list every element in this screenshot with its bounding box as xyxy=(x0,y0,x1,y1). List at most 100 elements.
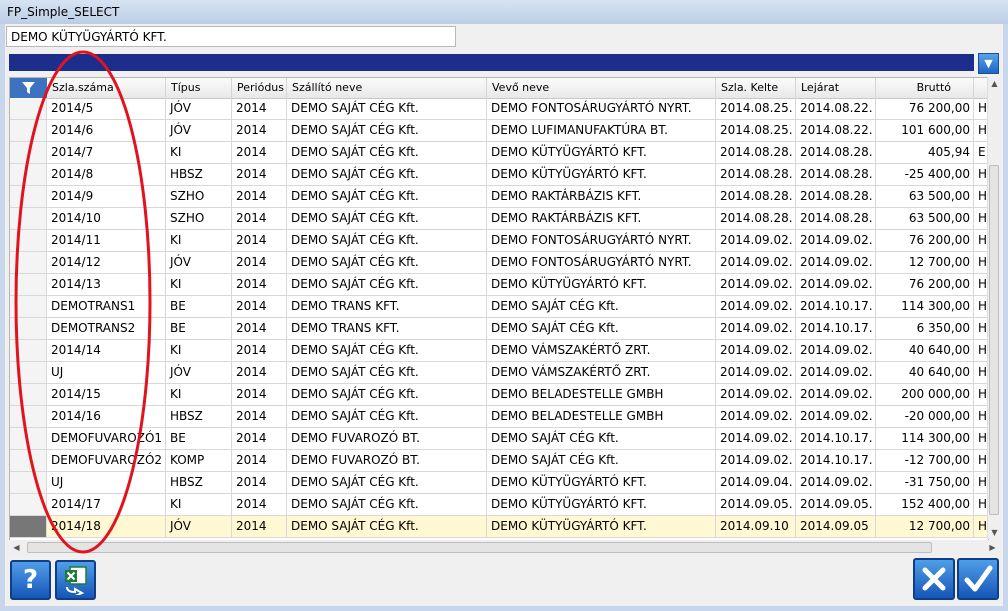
cell-szallito: DEMO SAJÁT CÉG Kft. xyxy=(287,494,487,515)
cell-vevo: DEMO KÜTYÜGYÁRTÓ KFT. xyxy=(487,472,716,493)
row-indicator[interactable] xyxy=(10,98,47,119)
table-row[interactable]: UJ JÓV 2014 DEMO SAJÁT CÉG Kft. DEMO VÁMSZAK… xyxy=(10,362,988,384)
cell-szallito: DEMO SAJÁT CÉG Kft. xyxy=(287,120,487,141)
cell-kelte: 2014.09.04. xyxy=(716,472,796,493)
row-indicator[interactable] xyxy=(10,516,47,537)
scroll-up-icon[interactable]: ▲ xyxy=(988,77,1001,90)
cell-vevo: DEMO KÜTYÜGYÁRTÓ KFT. xyxy=(487,494,716,515)
cell-tipus: KI xyxy=(166,384,232,405)
table-row[interactable]: 2014/17 KI 2014 DEMO SAJÁT CÉG Kft. DEMO KÜT… xyxy=(10,494,988,516)
cell-periodus: 2014 xyxy=(232,516,287,537)
cell-szla: DEMOTRANS2 xyxy=(47,318,166,339)
row-indicator[interactable] xyxy=(10,252,47,273)
cell-vevo: DEMO FONTOSÁRUGYÁRTÓ NYRT. xyxy=(487,230,716,251)
cell-szla: DEMOTRANS1 xyxy=(47,296,166,317)
cell-szla: 2014/12 xyxy=(47,252,166,273)
table-row[interactable]: 2014/11 KI 2014 DEMO SAJÁT CÉG Kft. DEMO FON… xyxy=(10,230,988,252)
table-row[interactable]: UJ HBSZ 2014 DEMO SAJÁT CÉG Kft. DEMO KÜTYÜG… xyxy=(10,472,988,494)
row-indicator[interactable] xyxy=(10,120,47,141)
cell-periodus: 2014 xyxy=(232,230,287,251)
filter-button[interactable] xyxy=(10,78,47,98)
cell-brutto: 101 600,00 xyxy=(876,120,974,141)
cell-kelte: 2014.09.02. xyxy=(716,406,796,427)
row-indicator[interactable] xyxy=(10,296,47,317)
vertical-scroll-thumb[interactable] xyxy=(989,165,999,515)
horizontal-scroll-thumb[interactable] xyxy=(27,542,932,553)
cell-kelte: 2014.09.02. xyxy=(716,450,796,471)
column-header-brutto[interactable]: Bruttó xyxy=(876,78,974,98)
cell-brutto: 63 500,00 xyxy=(876,186,974,207)
table-row[interactable]: DEMOTRANS1 BE 2014 DEMO TRANS KFT. DEMO SAJÁ… xyxy=(10,296,988,318)
row-indicator[interactable] xyxy=(10,142,47,163)
cell-vevo: DEMO RAKTÁRBÁZIS KFT. xyxy=(487,186,716,207)
cell-lejarat: 2014.10.17. xyxy=(796,450,876,471)
horizontal-scrollbar[interactable]: ◀ ▶ xyxy=(9,540,1000,555)
table-row[interactable]: 2014/8 HBSZ 2014 DEMO SAJÁT CÉG Kft. DEMO KÜ… xyxy=(10,164,988,186)
row-indicator[interactable] xyxy=(10,274,47,295)
cell-periodus: 2014 xyxy=(232,428,287,449)
column-header-vevo[interactable]: Vevő neve xyxy=(487,78,716,98)
column-header-periodus[interactable]: Periódus xyxy=(232,78,287,98)
cancel-button[interactable] xyxy=(913,558,955,600)
scroll-down-icon[interactable]: ▼ xyxy=(988,526,1001,539)
ok-button[interactable] xyxy=(957,558,999,600)
cell-szallito: DEMO FUVAROZÓ BT. xyxy=(287,428,487,449)
cell-periodus: 2014 xyxy=(232,384,287,405)
column-header-szallito[interactable]: Szállító neve xyxy=(287,78,487,98)
row-indicator[interactable] xyxy=(10,208,47,229)
table-row-selected[interactable]: 2014/18 JÓV 2014 DEMO SAJÁT CÉG Kft. DEMO KÜ… xyxy=(10,516,988,538)
row-indicator[interactable] xyxy=(10,384,47,405)
row-indicator[interactable] xyxy=(10,494,47,515)
table-row[interactable]: 2014/14 KI 2014 DEMO SAJÁT CÉG Kft. DEMO VÁM… xyxy=(10,340,988,362)
company-name-field[interactable]: DEMO KÜTYÜGYÁRTÓ KFT. xyxy=(6,26,456,47)
row-indicator[interactable] xyxy=(10,340,47,361)
cell-szallito: DEMO SAJÁT CÉG Kft. xyxy=(287,406,487,427)
column-header-kelte[interactable]: Szla. Kelte xyxy=(716,78,796,98)
table-row[interactable]: 2014/7 KI 2014 DEMO SAJÁT CÉG Kft. DEMO KÜTY… xyxy=(10,142,988,164)
row-indicator[interactable] xyxy=(10,472,47,493)
cell-szallito: DEMO SAJÁT CÉG Kft. xyxy=(287,362,487,383)
cell-kelte: 2014.09.02. xyxy=(716,274,796,295)
cell-szla: 2014/17 xyxy=(47,494,166,515)
cell-szla: 2014/13 xyxy=(47,274,166,295)
cell-periodus: 2014 xyxy=(232,274,287,295)
row-indicator[interactable] xyxy=(10,186,47,207)
cell-tipus: KI xyxy=(166,340,232,361)
table-row[interactable]: 2014/9 SZHO 2014 DEMO SAJÁT CÉG Kft. DEMO RA… xyxy=(10,186,988,208)
table-row[interactable]: 2014/6 JÓV 2014 DEMO SAJÁT CÉG Kft. DEMO LUF… xyxy=(10,120,988,142)
cell-szallito: DEMO SAJÁT CÉG Kft. xyxy=(287,230,487,251)
row-indicator[interactable] xyxy=(10,362,47,383)
cell-periodus: 2014 xyxy=(232,164,287,185)
cell-periodus: 2014 xyxy=(232,186,287,207)
invoice-grid[interactable]: Szla.száma Típus Periódus Szállító neve Vevő… xyxy=(9,77,989,541)
table-row[interactable]: DEMOTRANS2 BE 2014 DEMO TRANS KFT. DEMO SAJÁ… xyxy=(10,318,988,340)
scroll-left-icon[interactable]: ◀ xyxy=(9,540,24,555)
export-excel-button[interactable] xyxy=(55,560,96,600)
row-indicator[interactable] xyxy=(10,164,47,185)
help-button[interactable]: ? xyxy=(10,560,51,600)
cell-szla: 2014/16 xyxy=(47,406,166,427)
row-indicator[interactable] xyxy=(10,230,47,251)
table-row[interactable]: DEMOFUVAROZÓ1 BE 2014 DEMO FUVAROZÓ BT. DEMO… xyxy=(10,428,988,450)
table-row[interactable]: 2014/12 JÓV 2014 DEMO SAJÁT CÉG Kft. DEMO FO… xyxy=(10,252,988,274)
cell-lejarat: 2014.09.02. xyxy=(796,274,876,295)
table-row[interactable]: 2014/16 HBSZ 2014 DEMO SAJÁT CÉG Kft. DEMO B… xyxy=(10,406,988,428)
table-row[interactable]: 2014/13 KI 2014 DEMO SAJÁT CÉG Kft. DEMO KÜT… xyxy=(10,274,988,296)
column-header-tipus[interactable]: Típus xyxy=(166,78,232,98)
row-indicator[interactable] xyxy=(10,428,47,449)
scroll-right-icon[interactable]: ▶ xyxy=(985,540,1000,555)
column-header-szla[interactable]: Szla.száma xyxy=(47,78,166,98)
row-indicator[interactable] xyxy=(10,406,47,427)
cell-kelte: 2014.09.02. xyxy=(716,252,796,273)
column-header-lejarat[interactable]: Lejárat xyxy=(796,78,876,98)
row-indicator[interactable] xyxy=(10,450,47,471)
row-indicator[interactable] xyxy=(10,318,47,339)
collapse-button[interactable]: ▼ xyxy=(978,53,999,74)
cell-szallito: DEMO SAJÁT CÉG Kft. xyxy=(287,274,487,295)
vertical-scrollbar[interactable]: ▲ ▼ xyxy=(987,77,1001,539)
cell-lejarat: 2014.09.02. xyxy=(796,252,876,273)
table-row[interactable]: 2014/15 KI 2014 DEMO SAJÁT CÉG Kft. DEMO BEL… xyxy=(10,384,988,406)
table-row[interactable]: DEMOFUVAROZÓ2 KOMP 2014 DEMO FUVAROZÓ BT. DE… xyxy=(10,450,988,472)
table-row[interactable]: 2014/10 SZHO 2014 DEMO SAJÁT CÉG Kft. DEMO R… xyxy=(10,208,988,230)
table-row[interactable]: 2014/5 JÓV 2014 DEMO SAJÁT CÉG Kft. DEMO FON… xyxy=(10,98,988,120)
